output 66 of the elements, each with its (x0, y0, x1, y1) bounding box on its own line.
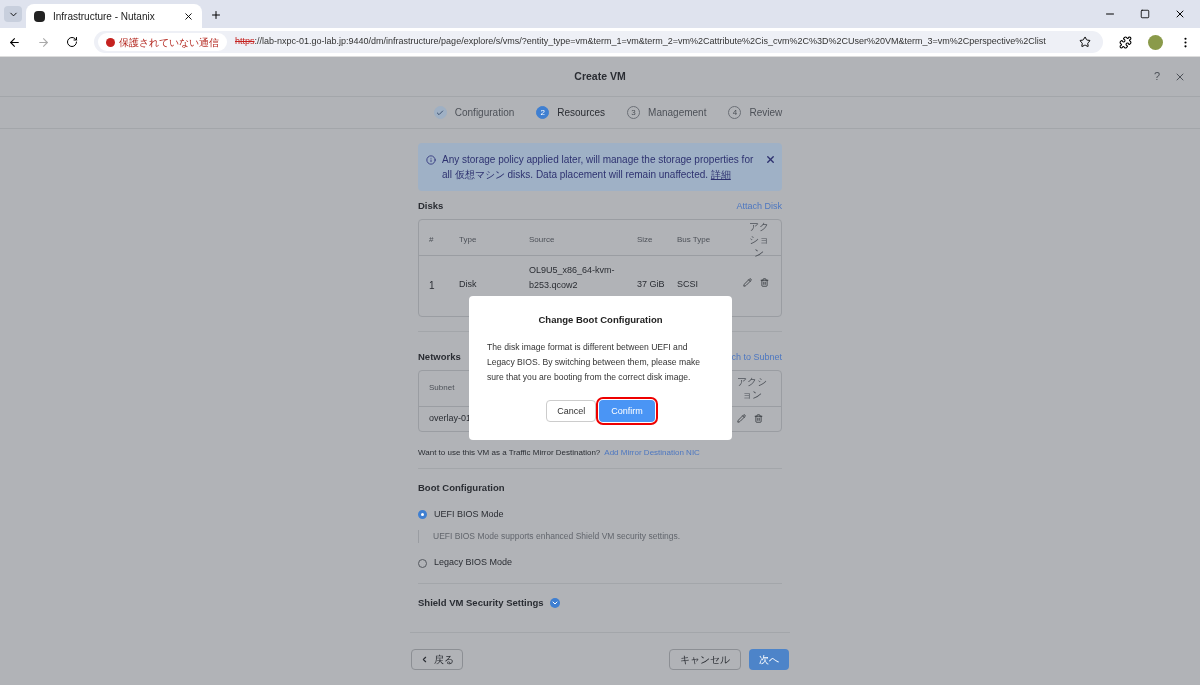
confirm-button[interactable]: Confirm (599, 400, 655, 423)
dialog-message: The disk image format is different between UEFI and Legacy BIOS. By switching between them, please make sure that you are booting from the correct disk image. (487, 341, 702, 385)
info-icon (426, 155, 436, 165)
extensions-icon[interactable] (1119, 35, 1132, 49)
delete-icon[interactable] (760, 278, 769, 288)
step-label[interactable]: Configuration (454, 105, 515, 120)
close-tab-icon (183, 10, 194, 22)
column-header: Bus Type (676, 233, 712, 246)
help-button[interactable]: ? (1153, 68, 1160, 85)
delete-icon[interactable] (754, 414, 763, 423)
chevron-icon (420, 655, 429, 664)
attach-subnet-link[interactable]: ch to Subnet (731, 351, 782, 365)
column-header: Source (528, 233, 556, 246)
edit-icon[interactable] (743, 278, 752, 288)
section-title: Boot Configuration (418, 480, 506, 495)
reload-icon[interactable] (66, 36, 78, 48)
url-text: https://lab-nxpc-01.go-lab.jp:9440/dm/infrastructure/page/explore/s/vms/?entity_type=vm&term_1=vm&term_2=vm%2Cattribute%2Cis_cvm%2C%3D%2CUser%20VM&term_3=vm%2Cperspective%2Clist (235, 35, 1046, 49)
maximize-icon[interactable] (1140, 9, 1150, 19)
column-header: アクション (736, 375, 768, 401)
column-header: # (428, 233, 435, 246)
back-button[interactable]: 戻る (411, 649, 463, 670)
details-link[interactable]: 詳細 (710, 169, 731, 180)
close-icon[interactable] (765, 154, 776, 165)
column-header: アクション (748, 220, 770, 260)
tab-list-icon[interactable] (4, 6, 22, 22)
dialog-title: Change Boot Configuration (538, 313, 663, 327)
column-header: Type (458, 233, 478, 246)
window-title: Create VM (574, 68, 626, 84)
table-cell-text: 1 (428, 279, 436, 294)
table-cell-text: SCSI (676, 278, 699, 292)
add-mirror-link[interactable]: Add Mirror Destination NIC (604, 446, 700, 459)
column-header: Subnet (429, 382, 455, 394)
step-label[interactable]: Review (749, 105, 783, 120)
radio-button[interactable] (418, 510, 427, 519)
table-cell-text: Disk (458, 278, 478, 292)
step-label[interactable]: Resources (557, 105, 606, 120)
radio-label: Legacy BIOS Mode (434, 556, 513, 570)
table-cell-text: OL9U5_x86_64-kvm-b253.qcow2 (528, 264, 616, 293)
column-header: Size (636, 233, 654, 246)
back-icon[interactable] (8, 35, 21, 49)
address-bar[interactable]: 保護されていない通信 https://lab-nxpc-01.go-lab.jp:9440/dm/infrastructure/page/explore/s/vms/?entity_type=vm&term_1=vm&term_2=vm%2Cattribute%2Cis_cvm%2C%3D%2CUser%20VM&term_3=vm%2Cperspective%2Clist (94, 31, 1103, 53)
cancel-button[interactable]: キャンセル (669, 649, 741, 670)
expand-button[interactable] (549, 597, 560, 608)
attach-disk-link[interactable]: Attach Disk (736, 199, 782, 214)
mirror-question: Want to use this VM as a Traffic Mirror Destination? (418, 446, 601, 459)
banner-text: Any storage policy applied later, will manage the storage properties for all 仮想マシン disks. Data placement will remain unaffected. 詳細 (442, 153, 755, 182)
browser-tab[interactable]: Infrastructure - Nutanix (26, 4, 202, 28)
section-title: Disks (418, 199, 444, 213)
table-cell-text: overlay-01 (429, 411, 472, 425)
profile-avatar[interactable] (1148, 34, 1163, 50)
section-title: Networks (418, 350, 461, 365)
window-close-icon[interactable] (1174, 8, 1186, 20)
warning-icon (106, 37, 115, 47)
bookmark-icon[interactable] (1079, 36, 1091, 48)
next-button[interactable]: 次へ (749, 649, 789, 670)
table-cell-text: 37 GiB (636, 278, 666, 292)
forward-icon[interactable] (37, 35, 50, 49)
new-tab-icon[interactable] (210, 9, 222, 21)
step-label[interactable]: Management (648, 105, 707, 120)
radio-label: UEFI BIOS Mode (434, 507, 504, 521)
app-logo-icon (34, 10, 45, 22)
security-chip[interactable]: 保護されていない通信 (98, 33, 227, 51)
hint-text: UEFI BIOS Mode supports enhanced Shield VM security settings. (418, 530, 782, 544)
section-title: Shield VM Security Settings (418, 595, 544, 610)
step-number: 2 (536, 106, 550, 119)
edit-icon[interactable] (737, 414, 746, 423)
